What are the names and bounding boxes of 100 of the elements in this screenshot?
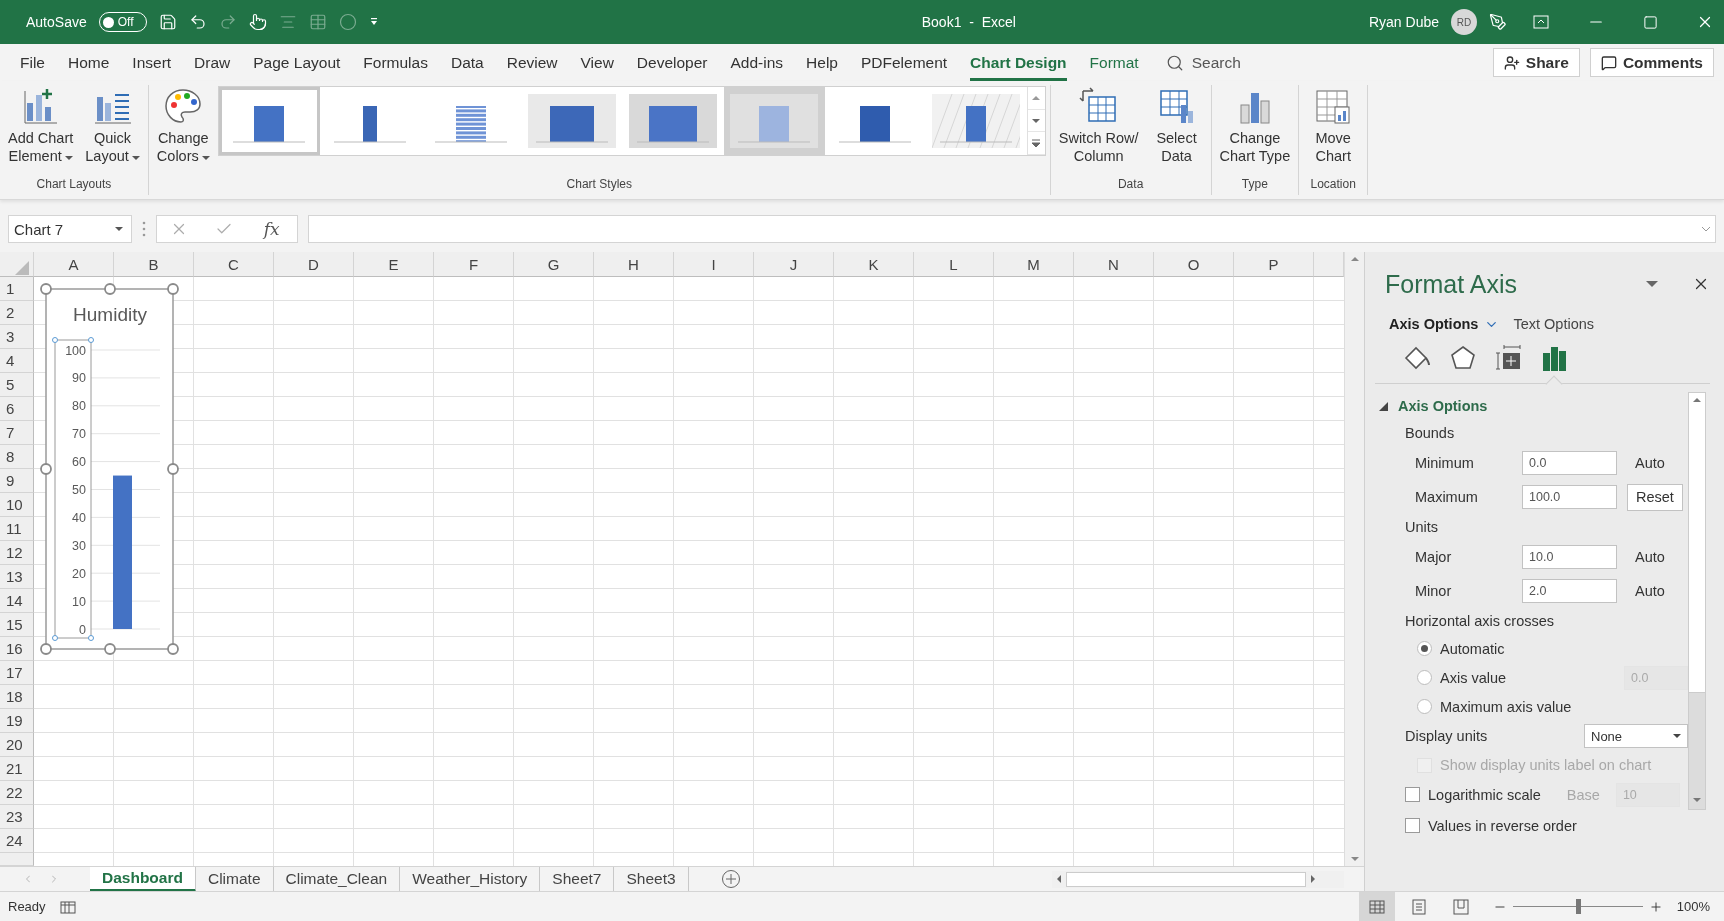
column-header[interactable]: L [914, 252, 994, 277]
ribbon-button[interactable]: Change Colors [152, 85, 214, 167]
zoom-in-icon[interactable] [1648, 899, 1663, 914]
paint-bucket-icon[interactable] [1403, 344, 1431, 372]
checkbox[interactable] [1405, 818, 1420, 833]
column-header[interactable]: J [754, 252, 834, 277]
selection-handle[interactable] [40, 283, 52, 295]
pentagon-icon[interactable] [1449, 344, 1477, 372]
maximize-icon[interactable] [1643, 14, 1658, 30]
scroll-down-icon[interactable] [1032, 117, 1041, 124]
selection-handle[interactable] [40, 463, 52, 475]
ribbon-tab[interactable]: Formulas [363, 44, 428, 81]
row-header[interactable]: 14 [0, 589, 34, 613]
value-field[interactable]: 100.0 [1522, 485, 1617, 509]
ribbon-button[interactable]: Move Chart [1303, 85, 1364, 167]
row-header[interactable]: 20 [0, 733, 34, 757]
sheet-tab[interactable]: Climate [195, 866, 274, 892]
formula-input[interactable] [308, 215, 1716, 243]
row-header[interactable]: 15 [0, 613, 34, 637]
reset-button[interactable]: Reset [1627, 483, 1683, 511]
column-header[interactable]: I [674, 252, 754, 277]
user-avatar[interactable]: RD [1451, 9, 1477, 35]
view-button[interactable] [1358, 892, 1395, 921]
sheet-tab[interactable]: Sheet7 [540, 866, 615, 892]
axis-selection-frame[interactable] [54, 339, 92, 639]
comments-button[interactable]: Comments [1589, 48, 1714, 77]
scroll-up-icon[interactable] [1693, 397, 1701, 403]
selection-handle[interactable] [104, 643, 116, 655]
value-field[interactable]: 0.0 [1522, 451, 1617, 475]
column-header[interactable]: K [834, 252, 914, 277]
name-box[interactable]: Chart 7 [8, 215, 132, 243]
value-field[interactable]: 2.0 [1522, 579, 1617, 603]
ribbon-tab[interactable]: Help [806, 44, 838, 81]
row-header[interactable]: 4 [0, 349, 34, 373]
sheet-tab[interactable]: Sheet3 [614, 866, 689, 892]
column-header[interactable]: P [1234, 252, 1314, 277]
row-header[interactable]: 1 [0, 277, 34, 301]
more-styles-icon[interactable] [1032, 139, 1041, 148]
row-header[interactable]: 18 [0, 685, 34, 709]
share-button[interactable]: Share [1492, 48, 1580, 77]
ribbon-button[interactable]: Switch Row/ Column [1054, 85, 1143, 167]
column-header[interactable]: D [274, 252, 354, 277]
row-header[interactable]: 11 [0, 517, 34, 541]
search-icon[interactable] [1165, 53, 1184, 72]
row-header[interactable]: 6 [0, 397, 34, 421]
selection-handle[interactable] [167, 463, 179, 475]
ribbon-tab[interactable]: Home [68, 44, 110, 81]
macro-icon[interactable] [59, 899, 76, 914]
ribbon-tab[interactable]: Insert [132, 44, 172, 81]
row-header[interactable]: 19 [0, 709, 34, 733]
ribbon-tab[interactable]: Format [1089, 44, 1139, 81]
zoom-slider-thumb[interactable] [1575, 899, 1581, 914]
sheet-tab[interactable]: Weather_History [400, 866, 541, 892]
row-header[interactable]: 24 [0, 829, 34, 853]
customize-icon[interactable] [368, 17, 379, 27]
ribbon-tab[interactable]: Add-ins [730, 44, 784, 81]
column-header[interactable]: C [194, 252, 274, 277]
axis-handle[interactable] [88, 635, 94, 641]
display-units-dropdown[interactable]: None [1584, 724, 1688, 748]
pen-icon[interactable] [1489, 13, 1507, 31]
ribbon-tab[interactable]: File [20, 44, 45, 81]
ribbon-button[interactable]: Quick Layout [81, 85, 144, 167]
save-icon[interactable] [158, 13, 177, 31]
row-header[interactable]: 13 [0, 565, 34, 589]
selection-handle[interactable] [40, 643, 52, 655]
scroll-down-icon[interactable] [1693, 797, 1701, 803]
column-header[interactable]: B [114, 252, 194, 277]
ribbon-display-icon[interactable] [1533, 15, 1549, 29]
ribbon-tab[interactable]: Data [450, 44, 484, 81]
axis-handle[interactable] [88, 337, 94, 343]
chart-style-thumbnail[interactable] [723, 87, 825, 155]
ribbon-button[interactable]: Change Chart Type [1215, 85, 1295, 167]
sheet-tab[interactable]: Dashboard [90, 866, 196, 892]
chart-style-thumbnail[interactable] [218, 87, 320, 155]
column-header[interactable]: A [34, 252, 114, 277]
ribbon-tab[interactable]: Page Layout [253, 44, 341, 81]
scroll-left-icon[interactable] [1056, 875, 1062, 883]
pane-scrollbar[interactable] [1688, 392, 1706, 810]
expand-icon[interactable] [1701, 226, 1711, 232]
selection-handle[interactable] [104, 283, 116, 295]
scroll-down-icon[interactable] [1350, 856, 1359, 862]
column-header[interactable]: F [434, 252, 514, 277]
scroll-up-icon[interactable] [1032, 94, 1041, 101]
pane-tab[interactable]: Text Options [1513, 316, 1595, 332]
size-properties-icon[interactable] [1495, 344, 1523, 372]
row-header[interactable]: 23 [0, 805, 34, 829]
value-field[interactable]: 10.0 [1522, 545, 1617, 569]
row-header[interactable]: 10 [0, 493, 34, 517]
row-header[interactable]: 22 [0, 781, 34, 805]
row-header[interactable]: 2 [0, 301, 34, 325]
insert-function-button[interactable]: fx [259, 219, 284, 239]
row-header[interactable]: 5 [0, 373, 34, 397]
ribbon-tab[interactable]: Developer [636, 44, 708, 81]
ribbon-tab[interactable]: Chart Design [970, 44, 1067, 81]
touch-mode-icon[interactable] [248, 13, 267, 31]
row-header[interactable]: 21 [0, 757, 34, 781]
row-header[interactable]: 16 [0, 637, 34, 661]
pane-tab[interactable]: Axis Options [1389, 316, 1500, 332]
column-header[interactable]: G [514, 252, 594, 277]
add-sheet-icon[interactable] [720, 869, 741, 889]
